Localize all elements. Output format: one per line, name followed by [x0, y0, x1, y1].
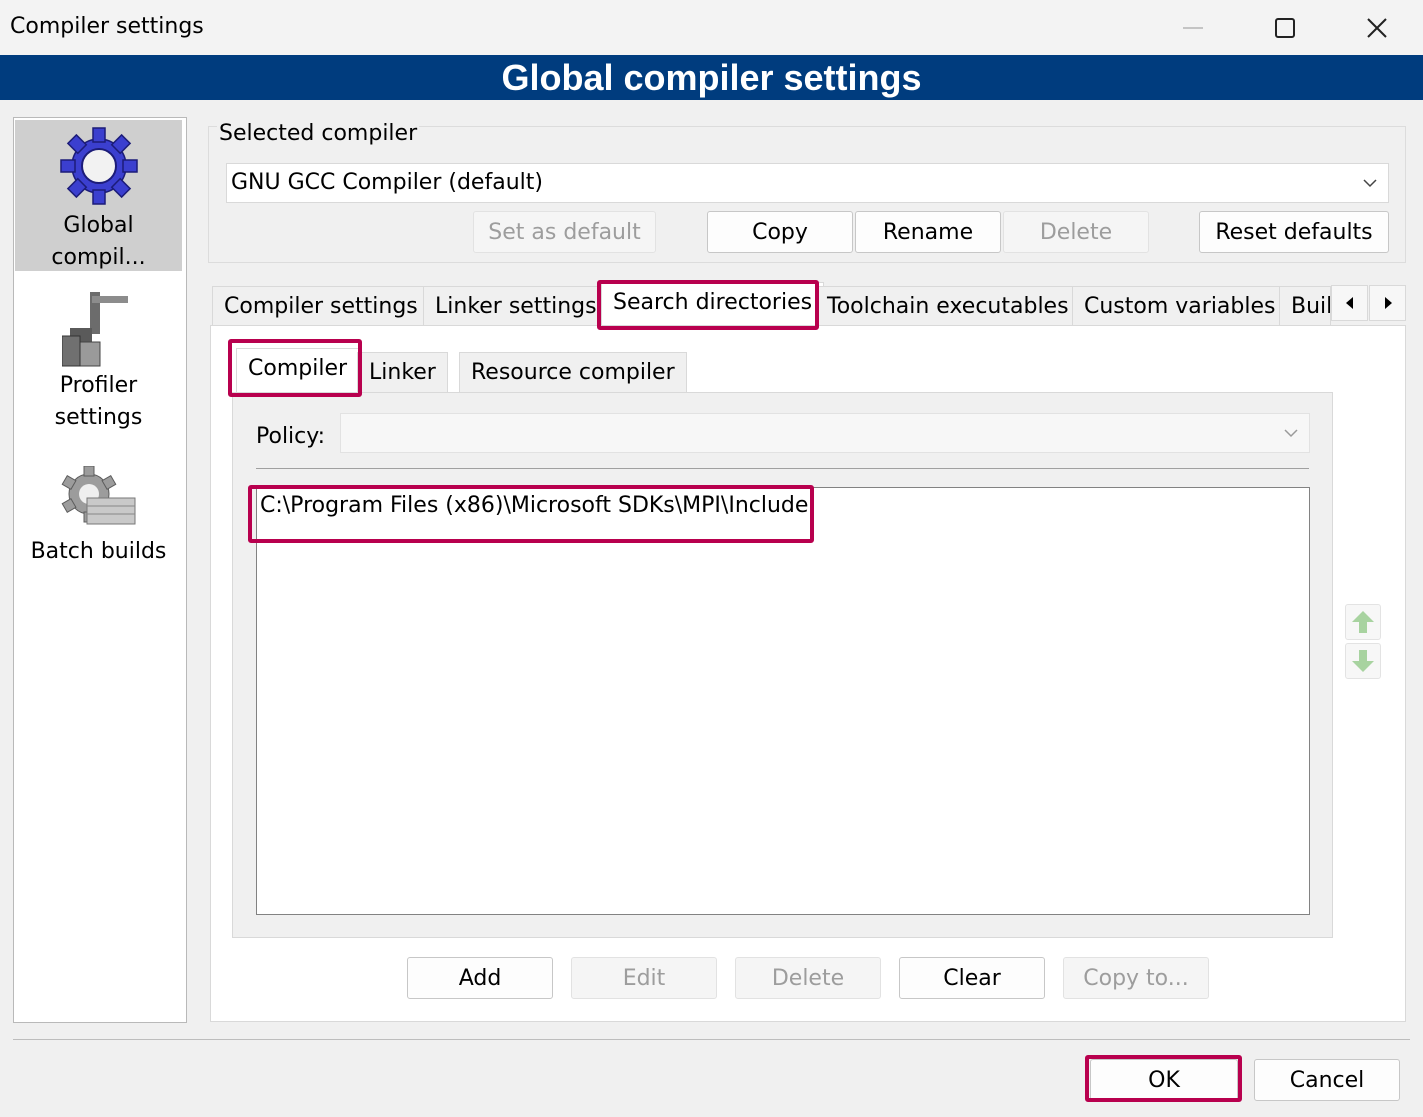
compiler-select[interactable]: GNU GCC Compiler (default) [226, 163, 1389, 203]
chevron-down-icon [1362, 172, 1378, 197]
triangle-right-icon [1384, 297, 1392, 309]
edit-directory-button[interactable]: Edit [571, 957, 717, 999]
tab-linker-settings[interactable]: Linker settings [423, 286, 609, 326]
sidebar-item-profiler[interactable]: Profiler settings [15, 288, 182, 438]
selected-compiler-label: Selected compiler [217, 121, 420, 146]
set-as-default-button[interactable]: Set as default [473, 211, 656, 253]
profiler-icon [61, 292, 128, 367]
list-item[interactable]: C:\Program Files (x86)\Microsoft SDKs\MP… [260, 493, 808, 518]
policy-divider [256, 468, 1309, 469]
tab-custom-variables[interactable]: Custom variables [1072, 286, 1288, 326]
sidebar-item-label: Global compil... [51, 213, 146, 270]
compiler-select-value: GNU GCC Compiler (default) [231, 170, 543, 195]
minimize-button[interactable] [1147, 0, 1239, 55]
sidebar-item-batch-builds[interactable]: Batch builds [15, 466, 182, 576]
add-directory-button[interactable]: Add [407, 957, 553, 999]
subtab-linker[interactable]: Linker [357, 352, 448, 392]
gear-icon [59, 127, 138, 205]
cancel-button[interactable]: Cancel [1254, 1059, 1400, 1101]
title-bar: Compiler settings [0, 0, 1423, 55]
copy-to-button[interactable]: Copy to... [1063, 957, 1209, 999]
chevron-down-icon [1283, 422, 1299, 447]
policy-select[interactable] [340, 413, 1310, 453]
move-down-button[interactable] [1345, 643, 1381, 679]
ok-button[interactable]: OK [1090, 1059, 1238, 1101]
move-up-button[interactable] [1345, 604, 1381, 640]
tab-scroll-left-button[interactable] [1331, 285, 1368, 321]
directories-list[interactable]: C:\Program Files (x86)\Microsoft SDKs\MP… [256, 487, 1310, 915]
clear-directories-button[interactable]: Clear [899, 957, 1045, 999]
sidebar-item-label: Profiler settings [54, 373, 143, 430]
tab-scroll-right-button[interactable] [1369, 285, 1406, 321]
tab-toolchain-executables[interactable]: Toolchain executables [815, 286, 1081, 326]
subtab-compiler[interactable]: Compiler [236, 348, 360, 392]
page-banner: Global compiler settings [0, 55, 1423, 100]
tab-compiler-settings[interactable]: Compiler settings [212, 286, 430, 326]
arrow-down-icon [1352, 650, 1374, 672]
close-icon [1367, 17, 1387, 38]
subtab-resource-compiler[interactable]: Resource compiler [459, 352, 687, 392]
tab-build-options[interactable]: Buil [1279, 286, 1331, 326]
batch-gear-icon [61, 466, 135, 525]
tab-search-directories[interactable]: Search directories [601, 282, 825, 326]
maximize-button[interactable] [1239, 0, 1331, 55]
sidebar-item-label: Batch builds [30, 539, 167, 564]
delete-compiler-button[interactable]: Delete [1003, 211, 1149, 253]
delete-directory-button[interactable]: Delete [735, 957, 881, 999]
close-button[interactable] [1331, 0, 1423, 55]
arrow-up-icon [1352, 611, 1374, 633]
window-title: Compiler settings [10, 14, 204, 39]
maximize-icon [1275, 17, 1295, 38]
policy-label: Policy: [256, 424, 326, 449]
minimize-icon [1183, 26, 1203, 29]
sidebar-item-global-compiler[interactable]: Global compil... [15, 120, 182, 271]
rename-compiler-button[interactable]: Rename [855, 211, 1001, 253]
settings-category-list: Global compil... Profiler settings Batch… [13, 117, 187, 1023]
reset-defaults-button[interactable]: Reset defaults [1199, 211, 1389, 253]
dialog-separator [13, 1039, 1410, 1040]
copy-compiler-button[interactable]: Copy [707, 211, 853, 253]
triangle-left-icon [1345, 297, 1353, 309]
